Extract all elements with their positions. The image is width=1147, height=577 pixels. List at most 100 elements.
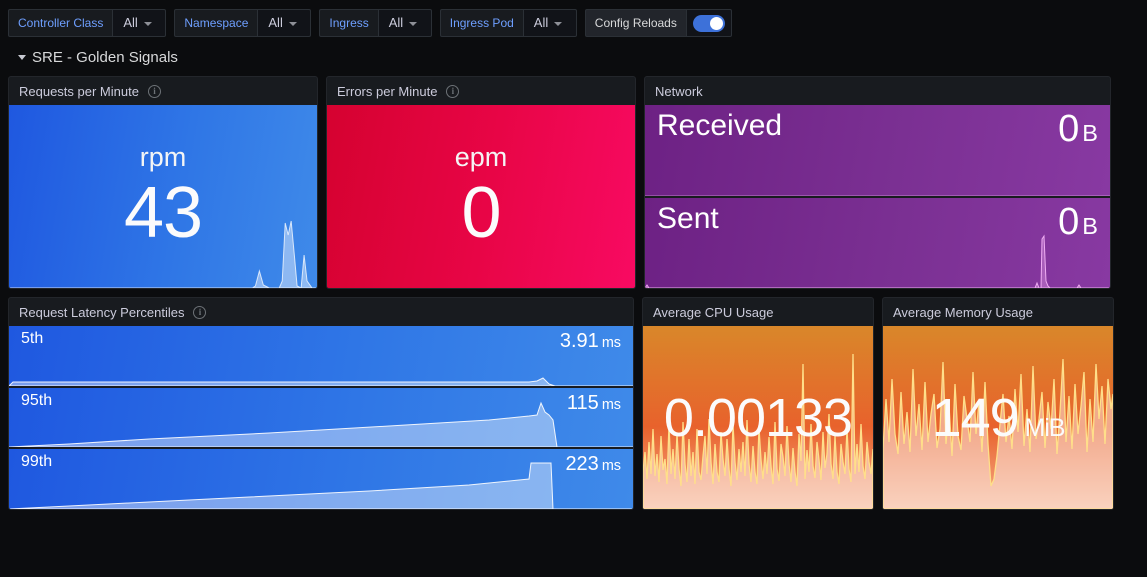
info-circle-icon[interactable]: i (446, 84, 460, 98)
chevron-down-icon (18, 54, 26, 60)
variable-value-controller-class: All (123, 15, 138, 30)
panel-row-2: Request Latency Percentiles i 5th 3.91 ms (8, 297, 1139, 510)
panel-header: Network (645, 77, 1110, 105)
variable-select-controller-class[interactable]: All (112, 9, 167, 37)
sparkline-p5 (9, 377, 633, 386)
panel-body[interactable]: 5th 3.91 ms 95th 115 ms 99th 223 ms (9, 326, 633, 509)
variable-label-controller-class[interactable]: Controller Class (8, 9, 113, 37)
stat-row-unit: ms (601, 458, 621, 475)
stat-row-number: 0 (1058, 201, 1080, 243)
variable-namespace: Namespace All (174, 9, 312, 37)
chevron-down-icon (288, 21, 297, 26)
sparkline-sent (645, 234, 1110, 288)
sparkline-p95 (9, 401, 633, 448)
stat-value: 0.00133 (663, 387, 853, 448)
chevron-down-icon (554, 21, 563, 26)
panel-request-latency-percentiles: Request Latency Percentiles i 5th 3.91 ms (8, 297, 634, 510)
stat-row-number: 0 (1058, 108, 1080, 150)
variable-label-namespace[interactable]: Namespace (174, 9, 258, 37)
variable-config-reloads: Config Reloads (584, 9, 732, 37)
variable-select-ingress[interactable]: All (377, 9, 432, 37)
panel-header: Average CPU Usage (643, 298, 873, 326)
variable-ingress: Ingress All (319, 9, 432, 37)
stat-rows-network: Received 0B Sent 0B (645, 105, 1110, 288)
stat-row-number: 223 (565, 453, 599, 476)
stat-row-p99[interactable]: 99th 223 ms (9, 449, 633, 509)
panel-body[interactable]: rpm 43 (9, 105, 317, 288)
panel-title: Average Memory Usage (893, 304, 1033, 320)
stat-row-label: 5th (21, 330, 44, 347)
panel-requests-per-minute: Requests per Minute i rpm 43 (8, 76, 318, 289)
panel-header: Errors per Minute i (327, 77, 635, 105)
toggle-label-config-reloads: Config Reloads (584, 9, 686, 37)
stat-unit: rpm (139, 142, 187, 172)
variable-select-namespace[interactable]: All (257, 9, 312, 37)
stat-value: 149 MiB (931, 387, 1066, 448)
toggle-switch-knob[interactable] (692, 14, 725, 32)
stat-row-label: 95th (21, 391, 53, 409)
chevron-down-icon (409, 21, 418, 26)
template-variables-bar: Controller Class All Namespace All Ingre… (0, 0, 1147, 40)
chevron-down-icon (143, 21, 152, 26)
variable-value-ingress: All (388, 15, 404, 30)
panel-average-cpu-usage: Average CPU Usage 0.00133 (642, 297, 874, 510)
stat-row-number: 3.91 (559, 330, 599, 352)
toggle-config-reloads[interactable] (685, 9, 732, 37)
stat-errors-per-minute: epm 0 (327, 105, 635, 288)
stat-value: 0 (461, 173, 501, 253)
stat-row-unit: ms (601, 335, 621, 351)
stat-row-received[interactable]: Received 0B (645, 105, 1110, 196)
stat-row-p95[interactable]: 95th 115 ms (9, 387, 633, 448)
stat-row-number: 115 (566, 391, 599, 414)
stat-requests-per-minute: rpm 43 (9, 105, 317, 288)
stat-row-value: 0B (1058, 201, 1098, 243)
info-circle-icon[interactable]: i (193, 305, 207, 319)
stat-row-label: Sent (657, 202, 719, 235)
panel-header: Request Latency Percentiles i (9, 298, 633, 326)
stat-number: 149 (931, 387, 1020, 448)
panel-header: Requests per Minute i (9, 77, 317, 105)
panel-average-memory-usage: Average Memory Usage 149 MiB (882, 297, 1114, 510)
stat-unit: MiB (1024, 414, 1066, 442)
variable-ingress-pod: Ingress Pod All (439, 9, 577, 37)
panel-title: Errors per Minute (337, 83, 438, 99)
row-header-sre-golden-signals[interactable]: SRE - Golden Signals (0, 44, 1147, 70)
stat-average-memory-usage: 149 MiB (883, 326, 1113, 509)
stat-unit: epm (454, 142, 508, 172)
variable-label-ingress[interactable]: Ingress (319, 9, 378, 37)
panel-row-1: Requests per Minute i rpm 43 Errors per … (8, 76, 1139, 289)
panel-title: Request Latency Percentiles (19, 304, 185, 320)
stat-row-unit: ms (601, 396, 621, 413)
panel-body[interactable]: epm 0 (327, 105, 635, 288)
variable-value-namespace: All (268, 15, 283, 30)
stat-row-unit: B (1082, 213, 1098, 239)
panel-network: Network Received 0B Sent 0 B (644, 76, 1111, 289)
sparkline-received (645, 195, 1110, 196)
panel-title: Average CPU Usage (653, 304, 774, 320)
variable-select-ingress-pod[interactable]: All (522, 9, 577, 37)
dashboard-grid: Requests per Minute i rpm 43 Errors per … (0, 70, 1147, 510)
panel-title: Network (655, 83, 703, 99)
variable-value-ingress-pod: All (533, 15, 549, 30)
panel-body[interactable]: Received 0B Sent 0B (645, 105, 1110, 288)
stat-rows-latency: 5th 3.91 ms 95th 115 ms 99th 223 ms (9, 326, 633, 509)
stat-row-value: 0B (1058, 108, 1098, 150)
stat-value: 43 (123, 173, 203, 253)
stat-row-label: 99th (21, 453, 53, 471)
stat-row-value: 223 ms (565, 454, 621, 475)
stat-average-cpu-usage: 0.00133 (643, 326, 873, 509)
stat-row-sent[interactable]: Sent 0B (645, 198, 1110, 288)
sparkline-p99 (9, 462, 633, 509)
variable-controller-class: Controller Class All (8, 9, 167, 37)
panel-title: Requests per Minute (19, 83, 139, 99)
panel-header: Average Memory Usage (883, 298, 1113, 326)
stat-row-value: 3.91 ms (560, 331, 621, 352)
stat-row-p5[interactable]: 5th 3.91 ms (9, 326, 633, 386)
info-circle-icon[interactable]: i (147, 84, 161, 98)
variable-label-ingress-pod[interactable]: Ingress Pod (439, 9, 523, 37)
stat-row-label: Received (657, 109, 783, 142)
row-title: SRE - Golden Signals (32, 48, 178, 66)
stat-row-unit: B (1082, 120, 1098, 146)
panel-body[interactable]: 149 MiB (883, 326, 1113, 509)
panel-body[interactable]: 0.00133 (643, 326, 873, 509)
